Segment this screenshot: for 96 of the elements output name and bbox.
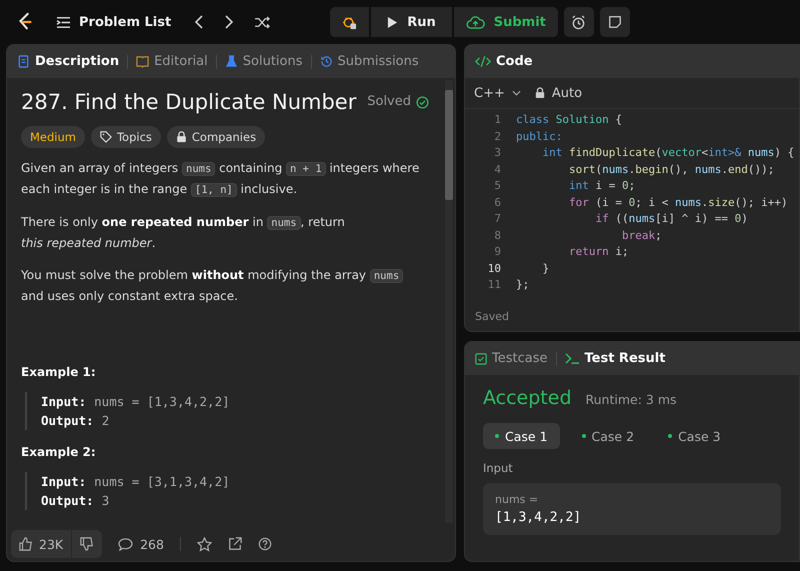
line-number: 7 (493, 211, 502, 227)
output-value: 3 (102, 492, 110, 510)
comments-button[interactable]: 268 (118, 536, 164, 552)
case-tab[interactable]: Case 3 (656, 423, 733, 449)
input-label: Input: (41, 473, 86, 491)
case-tab[interactable]: Case 1 (483, 423, 560, 449)
input-value: nums = [3,1,3,4,2] (94, 473, 230, 491)
code-line: int i = 0; (568, 178, 636, 194)
output-label: Output: (41, 412, 94, 430)
bug-icon (342, 14, 358, 30)
line-number: 6 (493, 194, 502, 210)
example-title: Example 2: (21, 444, 97, 461)
code-line: }; (516, 277, 530, 293)
tab[interactable]: Solutions (224, 54, 302, 69)
share-icon[interactable] (228, 537, 242, 551)
code-line: if ((nums[i] ^ i) == 0) (594, 211, 748, 227)
document-icon (17, 55, 30, 68)
auto-mode-label[interactable]: Auto (534, 86, 582, 100)
line-number: 8 (493, 228, 502, 244)
paragraph: There is only one repeated number in nums , return this repeated number. (21, 214, 346, 252)
line-number: 2 (493, 128, 502, 144)
star-icon[interactable] (196, 536, 212, 552)
list-icon (56, 16, 71, 28)
cloud-upload-icon (466, 16, 485, 28)
companies-tag[interactable]: Companies (166, 126, 266, 148)
code-line: sort(nums.begin(), nums.end()); (568, 162, 774, 178)
run-button[interactable]: Run (371, 7, 452, 37)
line-number: 1 (493, 112, 502, 128)
paragraph: You must solve the problem without modifying the array nums and uses only constant extra space. (21, 265, 429, 306)
solved-status: Solved (367, 93, 411, 111)
chevron-down-icon (512, 90, 521, 96)
history-icon (320, 55, 332, 68)
scrollbar[interactable] (445, 80, 453, 523)
checkbox-icon (475, 352, 487, 364)
alarm-clock-icon (571, 14, 586, 30)
dislike-button[interactable] (72, 530, 102, 558)
variable-name: nums = (495, 493, 538, 506)
like-button[interactable]: 23K (11, 530, 72, 558)
logo-icon[interactable] (16, 12, 34, 32)
submit-button[interactable]: Submit (454, 7, 558, 37)
timer-button[interactable] (564, 7, 594, 37)
variable-value: [1,3,4,2,2] (495, 510, 582, 525)
output-label: Output: (41, 492, 94, 510)
tab[interactable]: Testcase (475, 351, 548, 366)
previous-icon[interactable] (194, 15, 204, 29)
flask-icon (224, 55, 238, 68)
problem-title: 287. Find the Duplicate Number (21, 92, 358, 112)
line-number: 9 (493, 244, 502, 260)
tab[interactable]: Editorial (136, 54, 208, 69)
play-icon (387, 16, 398, 28)
help-icon[interactable] (258, 537, 272, 551)
code-line: return i; (568, 244, 629, 260)
input-value: nums = [1,3,4,2,2] (94, 393, 230, 411)
topics-tag[interactable]: Topics (90, 126, 161, 148)
code-line: class Solution { (516, 112, 622, 128)
code-line: break; (620, 228, 662, 244)
check-circle-icon (416, 96, 429, 108)
next-icon[interactable] (224, 15, 234, 29)
language-dropdown[interactable]: C++ (474, 86, 521, 100)
tab[interactable]: Submissions (320, 54, 419, 69)
input-heading: Input (483, 461, 514, 475)
lock-icon (534, 87, 545, 99)
difficulty-tag: Medium (21, 126, 85, 148)
thumbs-down-icon (80, 537, 94, 551)
paragraph: Given an array of integers nums containing n + 1 integers where each integer is in the range [1, n] inclusive. (21, 160, 420, 199)
code-line: public: (516, 128, 562, 144)
code-line: for (i = 0; i < nums.size(); i++) (568, 194, 788, 210)
shuffle-icon[interactable] (254, 16, 272, 28)
note-button[interactable] (600, 7, 630, 37)
thumbs-up-icon (19, 537, 33, 551)
comment-icon (118, 538, 134, 550)
line-number: 10 (486, 260, 502, 276)
debug-button[interactable] (330, 7, 370, 37)
tab[interactable]: Test Result (564, 351, 666, 366)
input-label: Input: (41, 393, 86, 411)
tag-icon (100, 131, 112, 143)
saved-status: Saved (474, 310, 510, 325)
terminal-icon (564, 352, 580, 365)
code-icon (475, 55, 491, 68)
line-number: 5 (493, 178, 502, 194)
book-icon (136, 55, 150, 68)
note-icon (608, 15, 622, 29)
problem-list-button[interactable]: Problem List (56, 14, 172, 30)
line-number: 3 (493, 145, 502, 161)
line-number: 4 (493, 162, 502, 178)
verdict-text: Accepted (483, 387, 572, 409)
code-line: int findDuplicate(vector<int>& nums) { (541, 145, 794, 161)
code-tab[interactable]: Code (475, 54, 533, 69)
example-title: Example 1: (21, 364, 97, 381)
code-line: } (541, 260, 550, 276)
runtime-text: Runtime: 3 ms (586, 392, 677, 407)
lock-icon (176, 131, 187, 143)
output-value: 2 (102, 412, 110, 430)
line-number: 11 (486, 277, 502, 293)
case-tab[interactable]: Case 2 (570, 423, 646, 449)
tab[interactable]: Description (17, 54, 120, 69)
